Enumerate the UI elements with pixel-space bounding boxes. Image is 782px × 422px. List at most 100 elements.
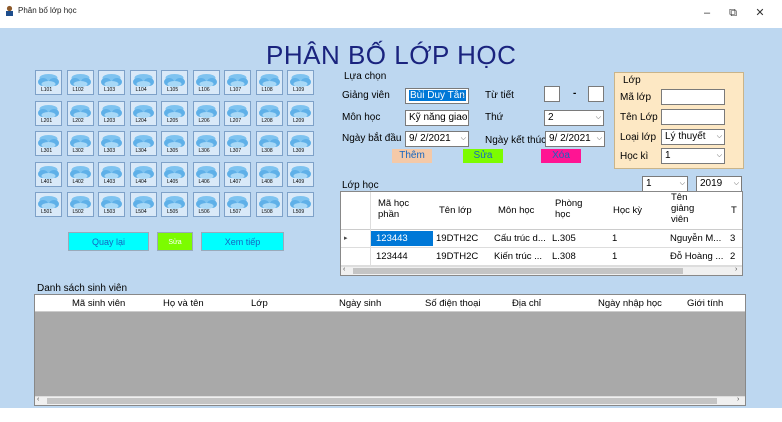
class-code-input[interactable] <box>661 89 725 105</box>
filter-year-select[interactable]: 2019 ⌵ <box>696 176 742 192</box>
room-tile[interactable]: L209 <box>287 100 314 126</box>
room-tile[interactable]: L301 <box>35 131 62 156</box>
cell-subject[interactable]: Kiến trúc ... <box>494 251 542 262</box>
class-table-hscrollbar[interactable]: ‹ › <box>341 266 742 275</box>
class-list-table[interactable]: Mã học phần Tên lớp Môn học Phòng học Họ… <box>340 191 743 276</box>
room-tile[interactable]: L302 <box>66 131 94 156</box>
room-tile[interactable]: L401 <box>35 161 62 187</box>
table-row[interactable]: ▸ 123443 19DTH2C Cấu trúc d... L.305 1 N… <box>341 230 742 248</box>
maximize-button[interactable]: ⧉ <box>723 4 743 22</box>
cell-extra[interactable]: 3 <box>730 233 735 244</box>
filter-term-select[interactable]: 1 ⌵ <box>642 176 688 192</box>
next-button[interactable]: Xem tiếp <box>201 232 284 251</box>
col-header-address[interactable]: Địa chỉ <box>512 298 541 309</box>
col-header-student-id[interactable]: Mã sinh viên <box>72 298 125 309</box>
edit-small-button[interactable]: Sửa <box>157 232 193 251</box>
room-tile[interactable]: L508 <box>255 192 283 217</box>
room-tile[interactable]: L305 <box>161 131 188 156</box>
end-date-picker[interactable]: 9/ 2/2021 ⌵ <box>545 131 605 147</box>
col-header-term[interactable]: Học kỳ <box>613 205 642 216</box>
room-tile[interactable]: L104 <box>129 70 157 95</box>
cell-course-code[interactable]: 123443 <box>371 231 433 246</box>
col-header-teacher[interactable]: Tên giảng viên <box>671 192 711 225</box>
cell-class-name[interactable]: 19DTH2C <box>436 251 478 262</box>
room-tile[interactable]: L407 <box>224 161 251 187</box>
col-header-room[interactable]: Phòng học <box>555 198 595 220</box>
scroll-right-icon[interactable]: › <box>735 266 737 273</box>
col-header-phone[interactable]: Số điện thoại <box>425 298 480 309</box>
cell-extra[interactable]: 2 <box>730 251 735 262</box>
room-tile[interactable]: L103 <box>98 70 125 95</box>
room-tile[interactable]: L306 <box>192 131 220 156</box>
cell-room[interactable]: L.305 <box>552 233 576 244</box>
room-tile[interactable]: L204 <box>129 100 157 126</box>
day-select[interactable]: 2 ⌵ <box>544 110 604 126</box>
room-tile[interactable]: L304 <box>129 131 157 156</box>
period-to-input[interactable] <box>588 86 604 102</box>
room-tile[interactable]: L106 <box>192 70 220 95</box>
room-tile[interactable]: L406 <box>192 161 220 187</box>
room-tile[interactable]: L504 <box>129 192 157 217</box>
delete-button[interactable]: Xóa <box>541 149 581 163</box>
room-tile[interactable]: L405 <box>161 161 188 187</box>
room-tile[interactable]: L509 <box>287 192 314 217</box>
room-tile[interactable]: L502 <box>66 192 94 217</box>
room-tile[interactable]: L403 <box>98 161 125 187</box>
room-tile[interactable]: L506 <box>192 192 220 217</box>
class-name-input[interactable] <box>661 109 725 125</box>
col-header-enroll-date[interactable]: Ngày nhập học <box>598 298 662 309</box>
scroll-right-icon[interactable]: › <box>737 396 739 403</box>
subject-select[interactable]: Kỹ năng giao ⌵ <box>405 110 469 126</box>
room-tile[interactable]: L203 <box>98 100 125 126</box>
col-header-full-name[interactable]: Họ và tên <box>163 298 204 309</box>
room-tile[interactable]: L402 <box>66 161 94 187</box>
room-tile[interactable]: L206 <box>192 100 220 126</box>
room-tile[interactable]: L208 <box>255 100 283 126</box>
col-header-class[interactable]: Lớp <box>251 298 268 309</box>
room-tile[interactable]: L205 <box>161 100 188 126</box>
col-header-birthdate[interactable]: Ngày sinh <box>339 298 381 309</box>
cell-course-code[interactable]: 123444 <box>376 251 408 262</box>
room-tile[interactable]: L109 <box>287 70 314 95</box>
minimize-button[interactable]: – <box>697 4 717 22</box>
room-tile[interactable]: L308 <box>255 131 283 156</box>
back-button[interactable]: Quay lại <box>68 232 149 251</box>
period-from-input[interactable] <box>544 86 560 102</box>
teacher-select[interactable]: Bùi Duy Tân ⌵ <box>405 88 469 104</box>
close-button[interactable]: ✕ <box>750 4 770 22</box>
hscroll-thumb[interactable] <box>353 268 683 274</box>
room-tile[interactable]: L503 <box>98 192 125 217</box>
cell-teacher[interactable]: Đỗ Hoàng ... <box>670 251 723 262</box>
col-header-gender[interactable]: Giới tính <box>687 298 723 309</box>
room-tile[interactable]: L505 <box>161 192 188 217</box>
room-tile[interactable]: L404 <box>129 161 157 187</box>
hscroll-thumb[interactable] <box>47 398 717 404</box>
cell-class-name[interactable]: 19DTH2C <box>436 233 478 244</box>
room-tile[interactable]: L307 <box>224 131 251 156</box>
cell-teacher[interactable]: Nguyễn M... <box>670 233 721 244</box>
table-row[interactable]: 123444 19DTH2C Kiến trúc ... L.308 1 Đỗ … <box>341 248 742 266</box>
room-tile[interactable]: L102 <box>66 70 94 95</box>
cell-subject[interactable]: Cấu trúc d... <box>494 233 546 244</box>
room-tile[interactable]: L309 <box>287 131 314 156</box>
class-type-select[interactable]: Lý thuyết ⌵ <box>661 129 725 145</box>
add-button[interactable]: Thêm <box>392 149 432 163</box>
room-tile[interactable]: L201 <box>35 100 62 126</box>
term-select[interactable]: 1 ⌵ <box>661 148 725 164</box>
edit-button[interactable]: Sửa <box>463 149 503 163</box>
room-tile[interactable]: L303 <box>98 131 125 156</box>
room-tile[interactable]: L507 <box>224 192 251 217</box>
room-tile[interactable]: L409 <box>287 161 314 187</box>
room-tile[interactable]: L501 <box>35 192 62 217</box>
room-tile[interactable]: L107 <box>224 70 251 95</box>
col-header-extra[interactable]: T <box>731 205 737 216</box>
cell-room[interactable]: L.308 <box>552 251 576 262</box>
col-header-course-code[interactable]: Mã học phần <box>378 198 428 220</box>
room-tile[interactable]: L408 <box>255 161 283 187</box>
scroll-left-icon[interactable]: ‹ <box>343 266 345 273</box>
room-tile[interactable]: L108 <box>255 70 283 95</box>
room-tile[interactable]: L105 <box>161 70 188 95</box>
cell-term[interactable]: 1 <box>612 251 617 262</box>
col-header-subject[interactable]: Môn học <box>498 205 534 216</box>
students-hscrollbar[interactable]: ‹ › <box>35 396 745 405</box>
